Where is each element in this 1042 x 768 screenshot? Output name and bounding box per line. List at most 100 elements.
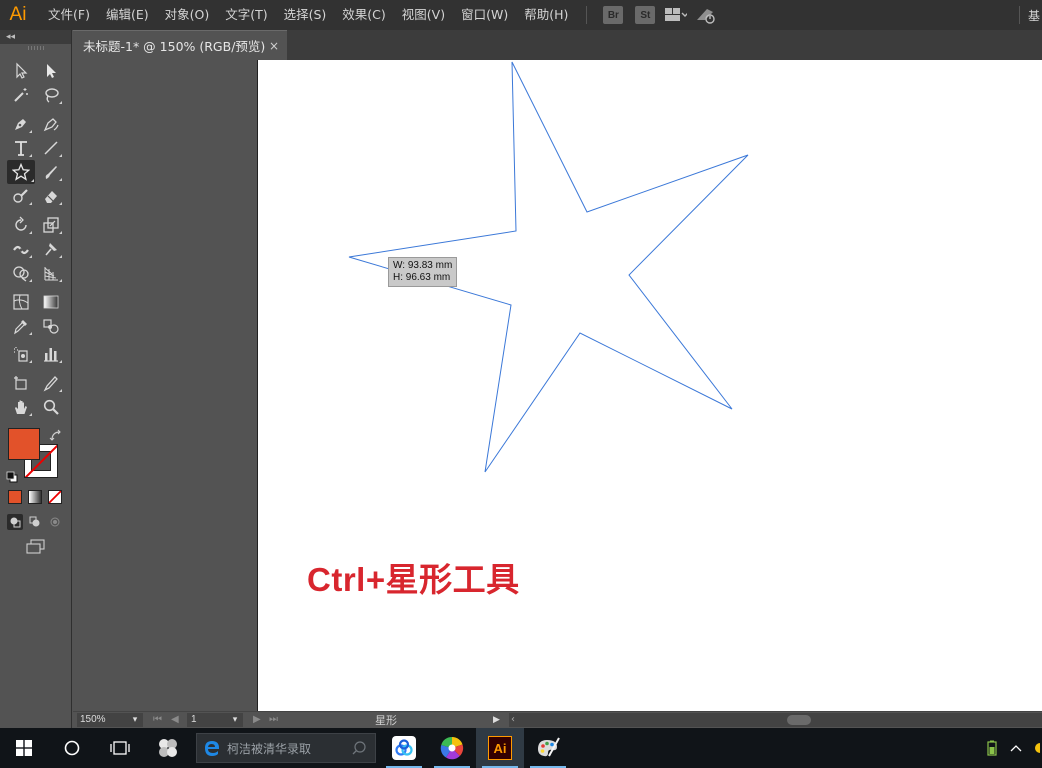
- eraser-tool-icon[interactable]: [39, 185, 63, 207]
- pasteboard[interactable]: W: 93.83 mm H: 96.63 mm Ctrl+星形工具: [73, 60, 1042, 711]
- menu-bar: Ai 文件(F) 编辑(E) 对象(O) 文字(T) 选择(S) 效果(C) 视…: [0, 0, 1042, 30]
- battery-tray-item[interactable]: [980, 728, 1004, 768]
- menu-effect[interactable]: 效果(C): [334, 0, 393, 30]
- pasteboard-left: [73, 60, 257, 711]
- tool-group-indicator: [29, 332, 32, 335]
- column-graph-tool-icon[interactable]: [39, 343, 63, 365]
- first-artboard-icon[interactable]: ⏮: [153, 713, 162, 727]
- menu-window[interactable]: 窗口(W): [453, 0, 516, 30]
- zoom-dropdown-icon[interactable]: ▾: [129, 713, 141, 727]
- tool-group-indicator: [59, 255, 62, 258]
- tooltip-height: H: 96.63 mm: [393, 272, 451, 283]
- document-tab-title: 未标题-1* @ 150% (RGB/预览): [83, 39, 266, 54]
- menu-help[interactable]: 帮助(H): [516, 0, 576, 30]
- draw-behind-icon[interactable]: [27, 514, 43, 530]
- last-artboard-icon[interactable]: ⏭: [269, 713, 278, 727]
- notification-tray-item[interactable]: [1028, 728, 1042, 768]
- gradient-tool-icon[interactable]: [39, 291, 63, 313]
- star-tool-icon[interactable]: [7, 160, 35, 184]
- bridge-button[interactable]: Br: [603, 6, 624, 24]
- menu-select[interactable]: 选择(S): [276, 0, 335, 30]
- change-screen-mode-icon[interactable]: [24, 538, 48, 556]
- symbol-sprayer-tool-icon[interactable]: [9, 343, 33, 365]
- puppet-warp-tool-icon[interactable]: [39, 238, 63, 260]
- star-shape[interactable]: [258, 60, 1042, 711]
- search-icon[interactable]: [351, 740, 367, 756]
- status-bar: 150% ▾ ⏮ ◀ 1 ▾ ▶ ⏭ 星形 ▶ ‹: [73, 711, 1042, 728]
- size-tooltip: W: 93.83 mm H: 96.63 mm: [388, 257, 458, 287]
- start-button[interactable]: [0, 728, 48, 768]
- hand-tool-icon[interactable]: [9, 396, 33, 418]
- fill-color-swatch[interactable]: [8, 428, 40, 460]
- draw-normal-icon[interactable]: [7, 514, 23, 530]
- draw-inside-icon[interactable]: [47, 514, 63, 530]
- scale-tool-icon[interactable]: [39, 214, 63, 236]
- artboard-tool-icon[interactable]: [9, 372, 33, 394]
- system-tray: [980, 728, 1042, 768]
- gpu-performance-icon[interactable]: [695, 5, 717, 25]
- width-tool-icon[interactable]: [9, 238, 33, 260]
- gradient-mode-icon[interactable]: [28, 490, 42, 504]
- search-placeholder: 柯洁被清华录取: [227, 741, 312, 756]
- show-hidden-icons-button[interactable]: [1004, 728, 1028, 768]
- eyedropper-tool-icon[interactable]: [9, 315, 33, 337]
- zoom-tool-icon[interactable]: [39, 396, 63, 418]
- previous-artboard-icon[interactable]: ◀: [171, 713, 179, 727]
- arrange-documents-icon[interactable]: [665, 5, 688, 25]
- menu-object[interactable]: 对象(O): [157, 0, 218, 30]
- taskbar-search-box[interactable]: 柯洁被清华录取: [196, 733, 376, 763]
- tool-group-indicator: [59, 279, 62, 282]
- magic-wand-tool-icon[interactable]: [9, 84, 33, 106]
- shaper-tool-icon[interactable]: [9, 185, 33, 207]
- collapse-panel-icon[interactable]: ◂◂: [6, 30, 15, 44]
- next-artboard-icon[interactable]: ▶: [253, 713, 261, 727]
- rotate-tool-icon[interactable]: [9, 214, 33, 236]
- swap-fill-stroke-icon[interactable]: [49, 428, 63, 442]
- document-tab[interactable]: 未标题-1* @ 150% (RGB/预览) ×: [73, 30, 287, 60]
- line-segment-tool-icon[interactable]: [39, 137, 63, 159]
- curvature-tool-icon[interactable]: [39, 113, 63, 135]
- taskbar-app-netdisk[interactable]: [380, 728, 428, 768]
- perspective-grid-tool-icon[interactable]: [39, 262, 63, 284]
- shape-builder-tool-icon[interactable]: [9, 262, 33, 284]
- artboard-dropdown-icon[interactable]: ▾: [229, 713, 241, 727]
- default-colors-icon[interactable]: [6, 468, 18, 483]
- pinned-app-button[interactable]: [144, 728, 192, 768]
- lasso-tool-icon[interactable]: [39, 84, 63, 106]
- task-view-button[interactable]: [96, 728, 144, 768]
- taskbar-app-paint[interactable]: [524, 728, 572, 768]
- menu-view[interactable]: 视图(V): [394, 0, 453, 30]
- tool-group-indicator: [59, 178, 62, 181]
- paint-palette-app-icon: [538, 737, 560, 757]
- menu-file[interactable]: 文件(F): [40, 0, 98, 30]
- cortana-circle-icon: [64, 740, 80, 756]
- color-mode-icon[interactable]: [8, 490, 22, 504]
- taskbar-app-color[interactable]: [428, 728, 476, 768]
- taskbar-app-illustrator[interactable]: Ai: [476, 728, 524, 768]
- mesh-tool-icon[interactable]: [9, 291, 33, 313]
- close-tab-icon[interactable]: ×: [269, 31, 279, 61]
- menu-edit[interactable]: 编辑(E): [98, 0, 157, 30]
- workspace-switcher[interactable]: 基: [1028, 7, 1042, 24]
- menubar-divider: [586, 6, 588, 24]
- horizontal-scrollbar[interactable]: ‹: [509, 713, 1042, 727]
- status-menu-icon[interactable]: ▶: [493, 713, 500, 727]
- stock-button[interactable]: St: [635, 6, 656, 24]
- none-mode-icon[interactable]: [48, 490, 62, 504]
- slice-tool-icon[interactable]: [39, 372, 63, 394]
- blend-tool-icon[interactable]: [39, 315, 63, 337]
- baidu-netdisk-icon: [392, 736, 416, 760]
- type-tool-icon[interactable]: [9, 137, 33, 159]
- tool-group-indicator: [29, 360, 32, 363]
- artboard[interactable]: W: 93.83 mm H: 96.63 mm Ctrl+星形工具: [257, 60, 1042, 711]
- tool-group-indicator: [29, 202, 32, 205]
- scrollbar-thumb[interactable]: [787, 715, 811, 725]
- cortana-button[interactable]: [48, 728, 96, 768]
- selection-tool-icon[interactable]: [9, 60, 33, 82]
- paintbrush-tool-icon[interactable]: [39, 161, 63, 183]
- panel-grip[interactable]: [28, 46, 44, 50]
- pen-tool-icon[interactable]: [9, 113, 33, 135]
- direct-selection-tool-icon[interactable]: [39, 60, 63, 82]
- scroll-left-icon[interactable]: ‹: [511, 713, 515, 727]
- menu-type[interactable]: 文字(T): [217, 0, 275, 30]
